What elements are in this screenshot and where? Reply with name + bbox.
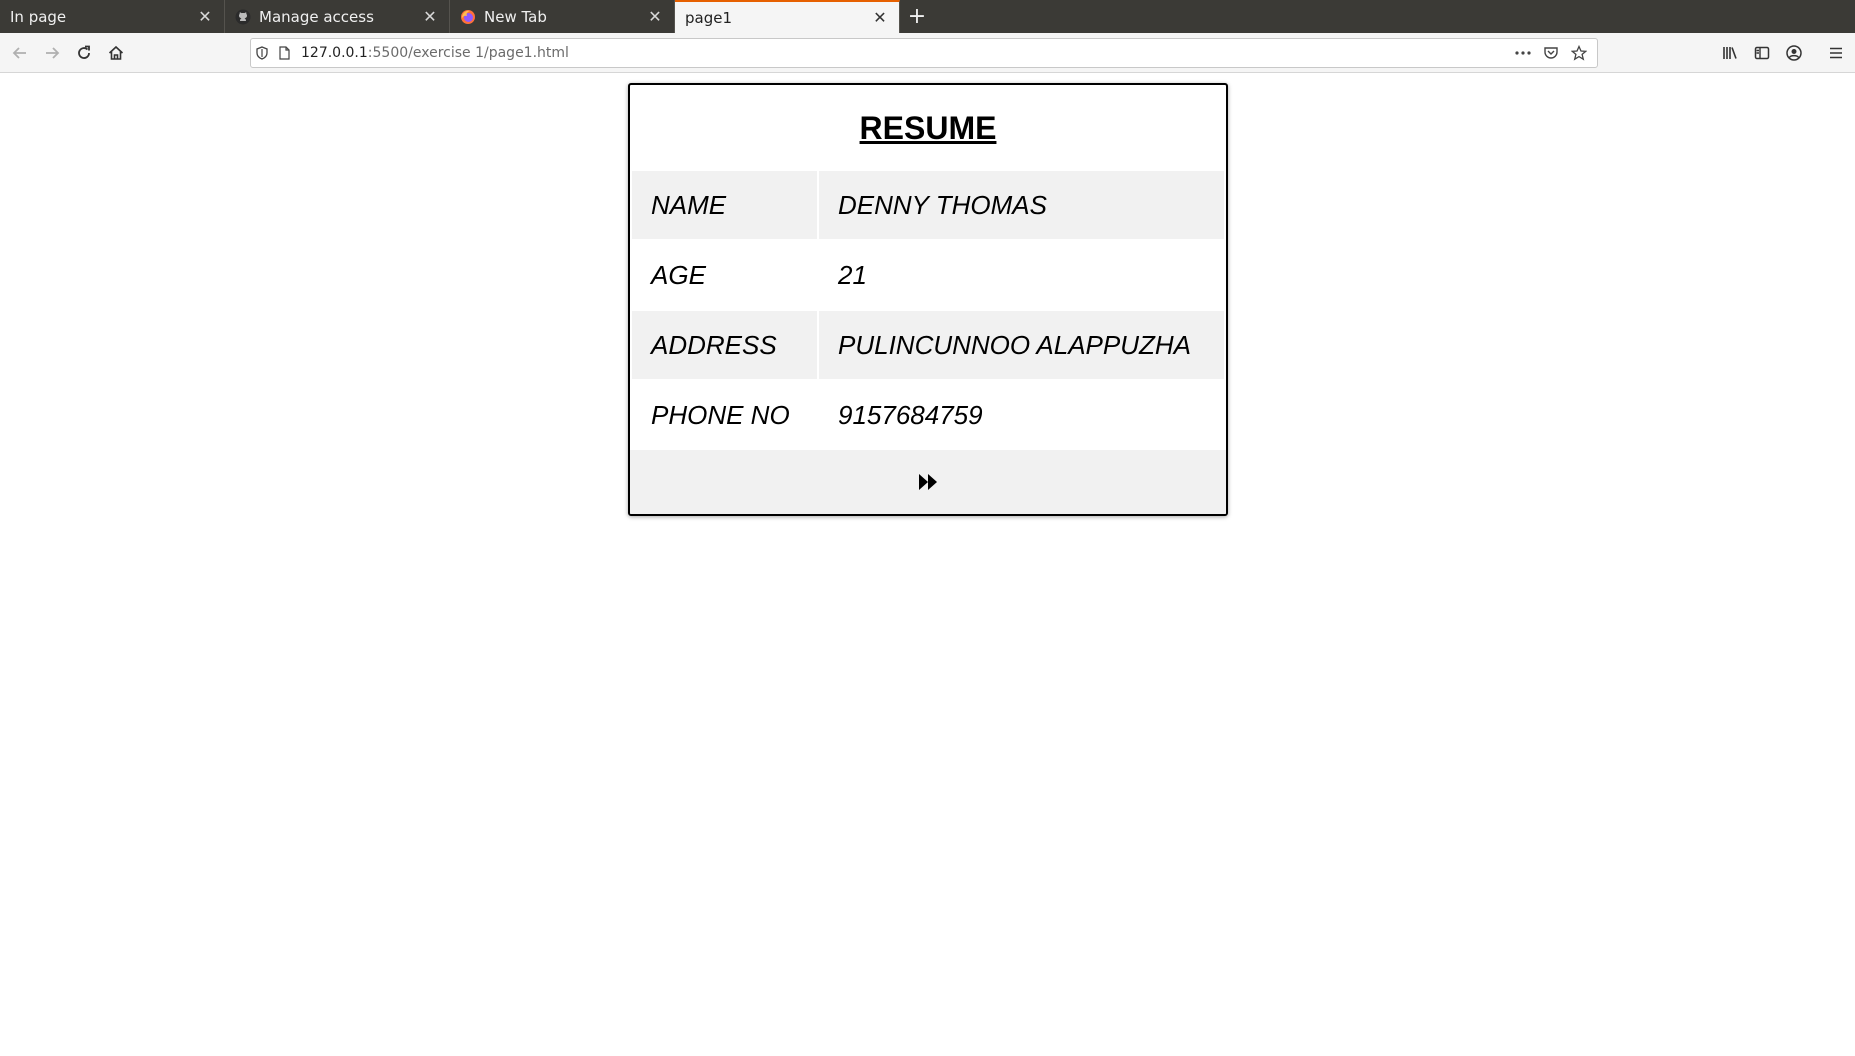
home-icon	[108, 45, 124, 60]
tab-page1[interactable]: page1 ✕	[675, 0, 900, 33]
tab-title: In page	[10, 7, 67, 26]
next-page-link[interactable]	[913, 467, 943, 497]
tab-strip: In page ✕ Manage access ✕ New Tab ✕ page…	[0, 0, 1855, 33]
firefox-icon	[460, 9, 476, 25]
account-icon	[1786, 45, 1802, 61]
url-host: 127.0.0.1	[301, 45, 368, 61]
back-arrow-icon	[12, 47, 26, 59]
bookmark-star-icon[interactable]	[1565, 39, 1593, 67]
table-row: AGE 21	[632, 241, 1224, 309]
row-value: PULINCUNNOO ALAPPUZHA	[819, 311, 1224, 379]
menu-button[interactable]	[1822, 39, 1850, 67]
library-icon	[1723, 47, 1737, 59]
home-button[interactable]	[102, 39, 130, 67]
close-icon[interactable]: ✕	[421, 7, 439, 26]
row-label: AGE	[651, 259, 706, 290]
forward-arrow-icon	[46, 47, 60, 59]
tab-new-tab[interactable]: New Tab ✕	[450, 0, 675, 33]
row-value: 9157684759	[838, 399, 983, 430]
forward-button[interactable]	[38, 39, 66, 67]
row-label: NAME	[632, 171, 817, 239]
sidebar-button[interactable]	[1748, 39, 1776, 67]
url-bar[interactable]: 127.0.0.1:5500/exercise 1/page1.html	[250, 38, 1598, 68]
close-icon[interactable]: ✕	[196, 7, 214, 26]
row-value: 21	[838, 259, 867, 290]
navigation-toolbar: 127.0.0.1:5500/exercise 1/page1.html	[0, 33, 1855, 73]
table-row: NAME DENNY THOMAS	[632, 171, 1224, 239]
tab-in-page[interactable]: In page ✕	[0, 0, 225, 33]
resume-card: RESUME NAME DENNY THOMAS AGE 21 ADDRESS …	[628, 83, 1228, 516]
url-text[interactable]: 127.0.0.1:5500/exercise 1/page1.html	[301, 45, 569, 61]
hamburger-menu-icon	[1830, 47, 1842, 59]
table-row: ADDRESS PULINCUNNOO ALAPPUZHA	[632, 311, 1224, 379]
pocket-icon[interactable]	[1537, 39, 1565, 67]
account-button[interactable]	[1780, 39, 1808, 67]
close-icon[interactable]: ✕	[646, 7, 664, 26]
reload-button[interactable]	[70, 39, 98, 67]
page-actions-icon[interactable]	[1509, 39, 1537, 67]
card-footer	[630, 450, 1226, 514]
close-icon[interactable]: ✕	[871, 8, 889, 27]
plus-icon: +	[907, 4, 927, 29]
resume-table: NAME DENNY THOMAS AGE 21 ADDRESS PULINCU…	[630, 169, 1226, 451]
tab-title: New Tab	[484, 7, 547, 26]
library-button[interactable]	[1716, 39, 1744, 67]
sidebar-icon	[1754, 46, 1770, 60]
github-icon	[235, 9, 251, 25]
tab-title: page1	[685, 8, 733, 27]
tracking-shield-icon[interactable]	[251, 39, 273, 67]
table-row: PHONE NO 9157684759	[632, 381, 1224, 449]
reload-icon	[78, 45, 90, 59]
page-viewport: RESUME NAME DENNY THOMAS AGE 21 ADDRESS …	[0, 74, 1855, 1056]
tab-title: Manage access	[259, 7, 374, 26]
fast-forward-icon	[919, 474, 937, 490]
url-path: :5500/exercise 1/page1.html	[367, 45, 569, 61]
page-info-icon[interactable]	[273, 39, 295, 67]
row-value: DENNY THOMAS	[819, 171, 1224, 239]
back-button[interactable]	[6, 39, 34, 67]
row-label: ADDRESS	[632, 311, 817, 379]
page-title: RESUME	[859, 109, 997, 146]
tab-manage-access[interactable]: Manage access ✕	[225, 0, 450, 33]
row-label: PHONE NO	[651, 399, 790, 430]
new-tab-button[interactable]: +	[900, 0, 934, 33]
